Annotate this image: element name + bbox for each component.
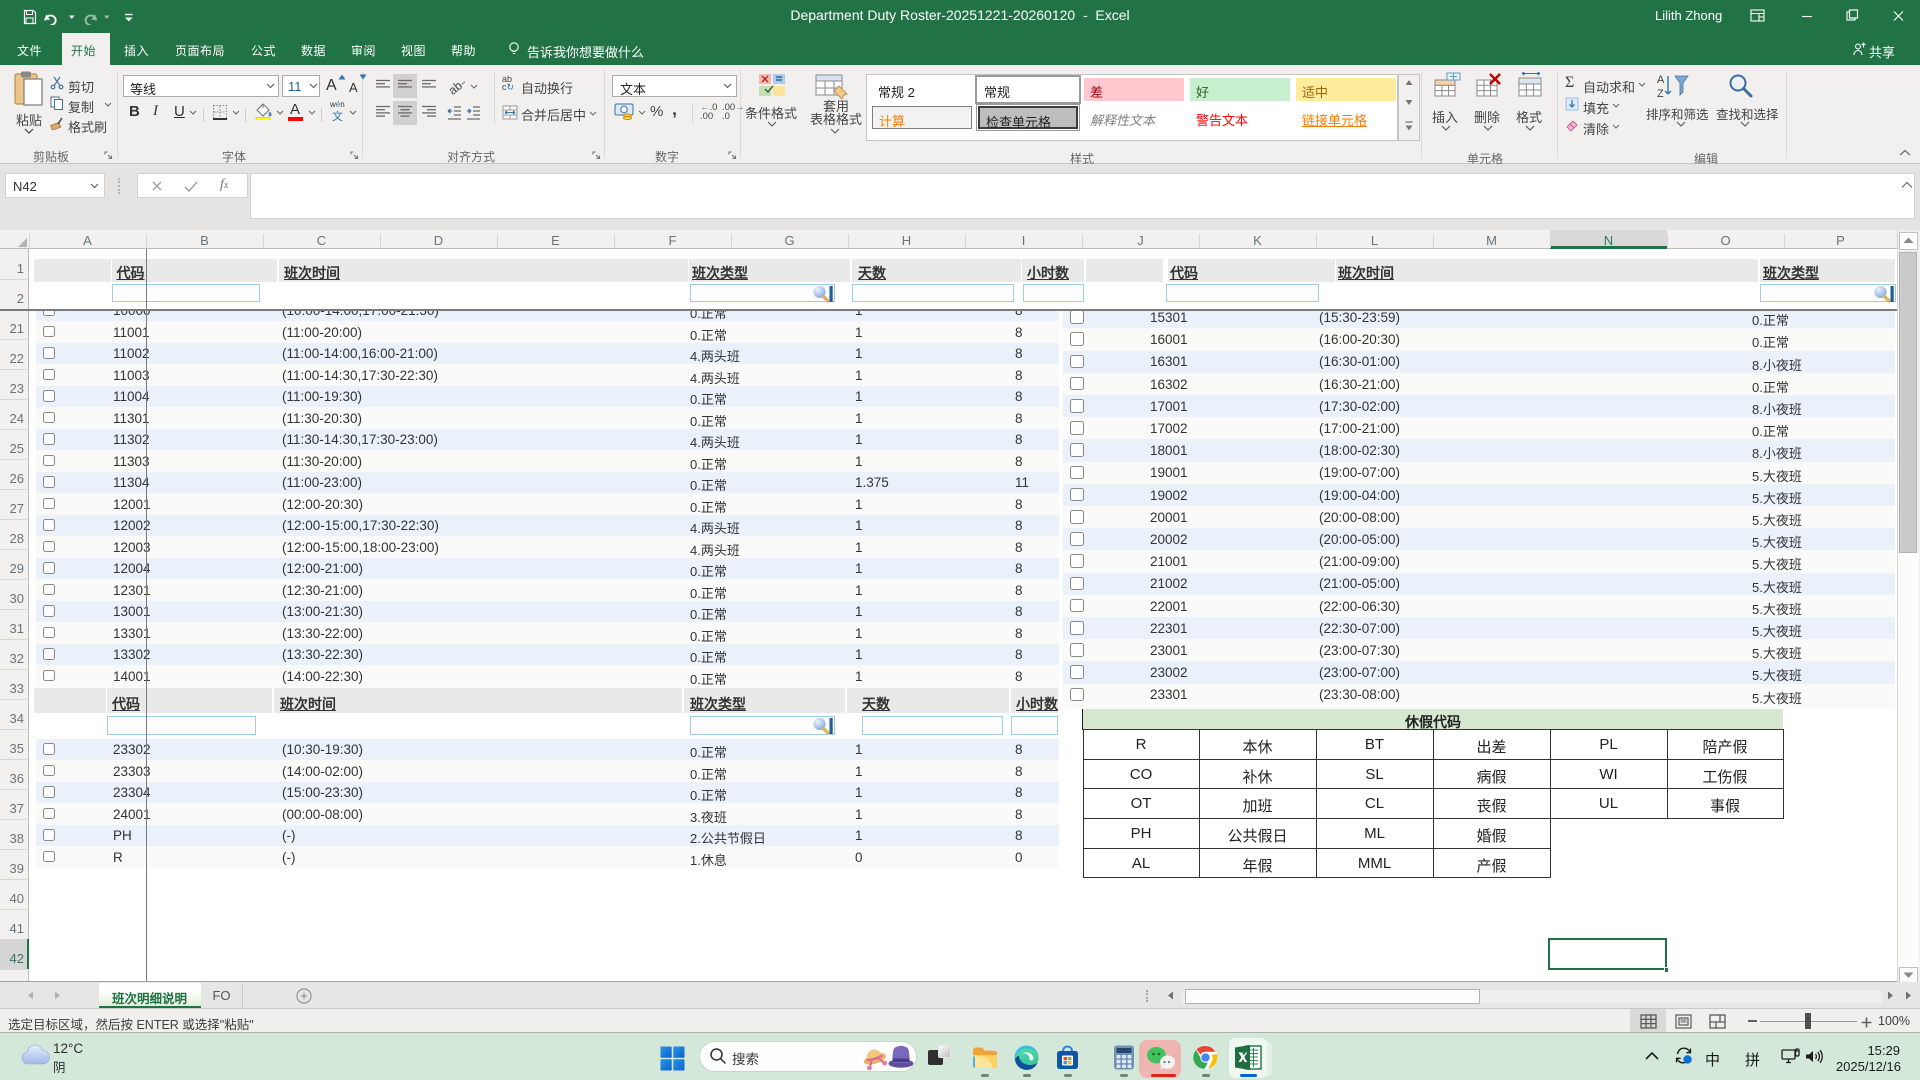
svg-text:ab: ab <box>447 78 465 96</box>
svg-text:Z: Z <box>1657 88 1664 100</box>
svg-text:A: A <box>1657 74 1665 86</box>
